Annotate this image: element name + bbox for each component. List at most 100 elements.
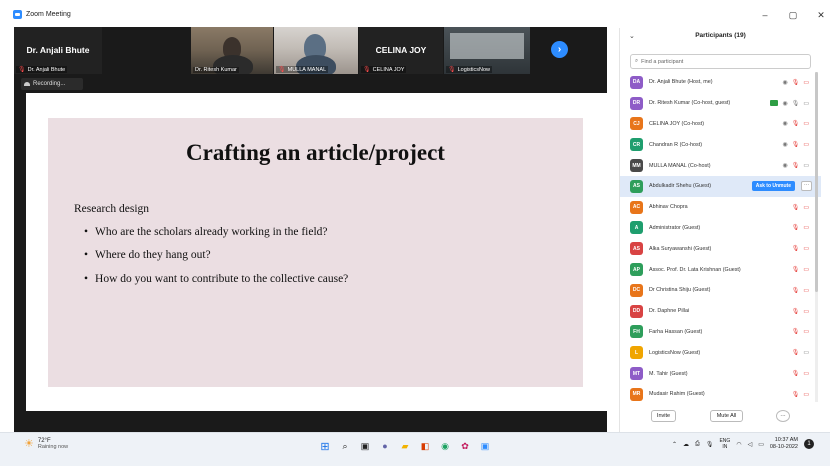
mute-all-button[interactable]: Mute All xyxy=(710,410,743,422)
screen-share-icon[interactable] xyxy=(770,100,779,107)
restore-button[interactable]: ▢ xyxy=(788,10,798,21)
eye-icon[interactable]: ◉ xyxy=(782,141,787,148)
participant-status-icons: ◉ 🎙 ▭ xyxy=(782,114,809,135)
chat-icon[interactable]: ● xyxy=(378,439,392,453)
participant-row[interactable]: A Administrator (Guest) 🎙 ▭ xyxy=(620,218,821,239)
camera-off-icon[interactable]: ▭ xyxy=(803,308,809,315)
participant-search-input[interactable]: ⌕ Find a participant xyxy=(630,54,811,69)
mic-off-icon[interactable]: 🎙 xyxy=(792,162,800,169)
camera-off-icon[interactable]: ▭ xyxy=(803,328,809,335)
camera-off-icon[interactable]: ▭ xyxy=(803,245,809,252)
video-tile[interactable]: Dr. Ritesh Kumar xyxy=(191,27,273,74)
wifi-icon[interactable]: ◠ xyxy=(736,441,741,448)
avatar: CJ xyxy=(630,117,643,131)
more-options-button[interactable]: ··· xyxy=(801,180,812,191)
camera-off-icon[interactable]: ▭ xyxy=(803,120,809,127)
office-icon[interactable]: ◧ xyxy=(418,439,432,453)
camera-off-icon[interactable]: ▭ xyxy=(803,287,809,294)
camera-off-icon[interactable]: ▭ xyxy=(803,224,809,231)
avatar: DD xyxy=(630,304,643,318)
participant-list-scrollbar[interactable] xyxy=(815,72,818,402)
recording-indicator[interactable]: Recording... xyxy=(21,78,83,90)
windows-icon[interactable]: ⊞ xyxy=(318,439,332,453)
mic-off-icon[interactable]: 🎙 xyxy=(792,120,800,127)
chevron-down-icon[interactable]: ⌄ xyxy=(629,32,635,40)
eye-icon[interactable]: ◉ xyxy=(782,79,787,86)
camera-off-icon[interactable]: ▭ xyxy=(803,141,809,148)
mic-off-icon[interactable]: 🎙 xyxy=(792,79,800,86)
mic-off-icon[interactable]: 🎙 xyxy=(792,204,800,211)
file-explorer-icon[interactable]: ▰ xyxy=(398,439,412,453)
video-tile[interactable]: CELINA JOY 🎙 CELINA JOY xyxy=(359,27,443,74)
weather-widget[interactable]: ☀ 72°F Raining now xyxy=(24,437,68,451)
participant-row[interactable]: MR Mudasir Rahim (Guest) 🎙 ▭ xyxy=(620,384,821,404)
camera-icon[interactable]: ▭ xyxy=(803,349,809,356)
battery-icon[interactable]: ▭ xyxy=(758,441,764,448)
participant-row[interactable]: DR Dr. Ritesh Kumar (Co-host, guest) ◉ 🎙 ▭ xyxy=(620,93,821,114)
mic-icon[interactable]: 🎙 xyxy=(706,441,714,448)
camera-off-icon[interactable]: ▭ xyxy=(803,79,809,86)
participant-row[interactable]: AS Abdulkadir Shehu (Guest) Ask to Unmute ·… xyxy=(620,175,821,197)
participant-row[interactable]: MT M. Tahir (Guest) 🎙 ▭ xyxy=(620,363,821,384)
ask-to-unmute-button[interactable]: Ask to Unmute xyxy=(751,180,795,191)
search-icon[interactable]: ⌕ xyxy=(338,439,352,453)
chevron-up-icon[interactable]: ⌃ xyxy=(672,441,677,448)
mic-off-icon[interactable]: 🎙 xyxy=(792,328,800,335)
chevron-right-icon[interactable]: › xyxy=(551,41,568,58)
mic-on-icon[interactable]: 🎙 xyxy=(792,100,800,107)
camera-icon[interactable]: ▭ xyxy=(803,100,809,107)
minimize-button[interactable]: – xyxy=(760,10,770,21)
participant-row[interactable]: DA Dr. Anjali Bhute (Host, me) ◉ 🎙 ▭ xyxy=(620,72,821,93)
video-tile[interactable]: 🎙 LogisticsNow xyxy=(444,27,530,74)
participant-row[interactable]: AC Abhinav Chopra 🎙 ▭ xyxy=(620,197,821,218)
eye-icon[interactable]: ◉ xyxy=(782,120,787,127)
close-button[interactable]: ✕ xyxy=(816,10,826,21)
participant-row[interactable]: L LogisticsNow (Guest) 🎙 ▭ xyxy=(620,342,821,363)
video-tile[interactable]: Dr. Anjali Bhute 🎙 Dr. Anjali Bhute xyxy=(14,27,102,74)
zoom-icon[interactable]: ▣ xyxy=(478,439,492,453)
scrollbar-thumb[interactable] xyxy=(815,72,818,292)
participant-row[interactable]: AP Assoc. Prof. Dr. Lata Krishnan (Guest)… xyxy=(620,259,821,280)
video-tile[interactable]: 🎙 MULLA MANAL xyxy=(274,27,358,74)
participant-row[interactable]: AS Alka Suryawanshi (Guest) 🎙 ▭ xyxy=(620,238,821,259)
language-indicator[interactable]: ENG IN xyxy=(719,438,730,450)
notification-badge[interactable]: 1 xyxy=(804,439,814,449)
eye-icon[interactable]: ◉ xyxy=(782,100,787,107)
participant-row[interactable]: DC Dr Christina Shiju (Guest) 🎙 ▭ xyxy=(620,280,821,301)
task-view-icon[interactable]: ▣ xyxy=(358,439,372,453)
participant-name: Chandran R (Co-host) xyxy=(649,141,703,148)
camera-off-icon[interactable]: ▭ xyxy=(803,391,809,398)
participant-name: Dr. Ritesh Kumar (Co-host, guest) xyxy=(649,100,731,107)
mic-off-icon[interactable]: 🎙 xyxy=(792,349,800,356)
participant-row[interactable]: MM MULLA MANAL (Co-host) ◉ 🎙 ▭ xyxy=(620,155,821,176)
clock[interactable]: 10:37 AM 08-10-2022 xyxy=(770,437,798,451)
participant-row[interactable]: CR Chandran R (Co-host) ◉ 🎙 ▭ xyxy=(620,134,821,155)
participant-row[interactable]: CJ CELINA JOY (Co-host) ◉ 🎙 ▭ xyxy=(620,114,821,135)
mic-off-icon[interactable]: 🎙 xyxy=(792,287,800,294)
camera-off-icon[interactable]: ▭ xyxy=(803,266,809,273)
more-options-button[interactable]: ··· xyxy=(776,410,790,422)
speaker-icon[interactable]: ◁ xyxy=(748,441,753,448)
participant-row[interactable]: FH Farha Hassan (Guest) 🎙 ▭ xyxy=(620,322,821,343)
mic-off-icon[interactable]: 🎙 xyxy=(792,245,800,252)
mic-off-icon[interactable]: 🎙 xyxy=(792,370,800,377)
camera-off-icon[interactable]: ▭ xyxy=(803,204,809,211)
camera-off-icon[interactable]: ▭ xyxy=(803,370,809,377)
participant-status-icons: 🎙 ▭ xyxy=(792,218,809,239)
chrome-icon[interactable]: ◉ xyxy=(438,439,452,453)
mic-off-icon: 🎙 xyxy=(278,67,286,73)
mic-off-icon[interactable]: 🎙 xyxy=(792,224,800,231)
tile-label: 🎙 MULLA MANAL xyxy=(276,66,329,73)
printer-icon[interactable]: ⎙ xyxy=(695,441,700,448)
cloud-icon[interactable]: ☁ xyxy=(683,441,689,448)
mic-off-icon[interactable]: 🎙 xyxy=(792,308,800,315)
mic-off-icon[interactable]: 🎙 xyxy=(792,141,800,148)
camera-icon[interactable]: ▭ xyxy=(803,162,809,169)
participant-row[interactable]: DD Dr. Daphne Pillai 🎙 ▭ xyxy=(620,301,821,322)
invite-button[interactable]: Invite xyxy=(651,410,676,422)
mic-off-icon[interactable]: 🎙 xyxy=(792,266,800,273)
mic-off-icon[interactable]: 🎙 xyxy=(792,391,800,398)
eye-icon[interactable]: ◉ xyxy=(782,162,787,169)
photos-icon[interactable]: ✿ xyxy=(458,439,472,453)
avatar: AP xyxy=(630,263,643,277)
